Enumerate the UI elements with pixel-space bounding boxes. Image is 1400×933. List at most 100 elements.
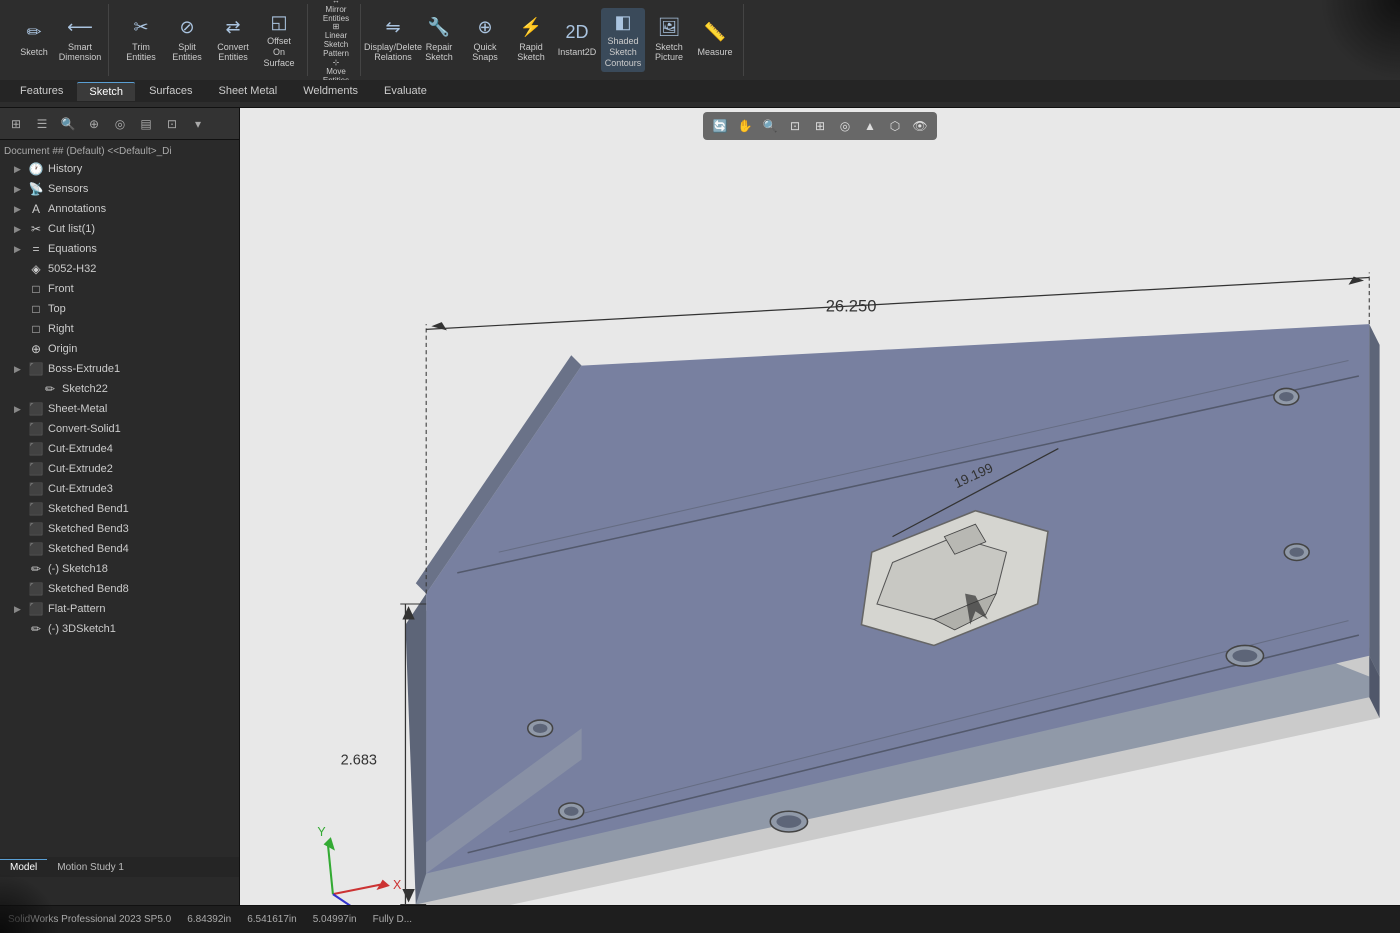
toolbar-btn-instant2d[interactable]: 2D Instant2D <box>555 8 599 72</box>
origin-icon: ⊕ <box>28 341 44 357</box>
tab-evaluate[interactable]: Evaluate <box>372 82 439 100</box>
canvas-tool-display[interactable]: ▲ <box>859 115 881 137</box>
tree-item-origin[interactable]: ⊕ Origin <box>0 339 239 359</box>
tree-item-cut-extrude3[interactable]: ⬛ Cut-Extrude3 <box>0 479 239 499</box>
dimension-label-26250: 26.250 <box>826 297 877 316</box>
sheet-metal-arrow: ▶ <box>14 404 28 415</box>
toolbar-btn-smart-dimension[interactable]: ⟵ Smart Dimension <box>58 8 102 72</box>
tree-item-equations[interactable]: ▶ = Equations <box>0 239 239 259</box>
tree-item-cut-extrude2[interactable]: ⬛ Cut-Extrude2 <box>0 459 239 479</box>
tree-item-history[interactable]: ▶ 🕐 History <box>0 159 239 179</box>
tree-item-convert-solid1[interactable]: ⬛ Convert-Solid1 <box>0 419 239 439</box>
canvas-tool-render[interactable]: ⬡ <box>884 115 906 137</box>
toolbar-btn-quick-snaps[interactable]: ⊕ QuickSnaps <box>463 8 507 72</box>
sketch-picture-icon: 🖼 <box>658 17 681 39</box>
canvas-tool-hide[interactable]: 👁 <box>909 115 931 137</box>
canvas-toolbar: 🔄 ✋ 🔍 ⊡ ⊞ ◎ ▲ ⬡ 👁 <box>703 112 937 140</box>
tree-item-cutlist[interactable]: ▶ ✂ Cut list(1) <box>0 219 239 239</box>
repair-sketch-label: RepairSketch <box>425 42 453 64</box>
toolbar-btn-measure[interactable]: 📏 Measure <box>693 8 737 72</box>
tree-item-sketch18[interactable]: ✏ (-) Sketch18 <box>0 559 239 579</box>
tree-document-title[interactable]: Document ## (Default) <<Default>_Di <box>0 144 239 159</box>
toolbar-btn-display-delete[interactable]: ⇋ Display/DeleteRelations <box>371 8 415 72</box>
toolbar-btn-split[interactable]: ⊘ SplitEntities <box>165 8 209 72</box>
measure-label: Measure <box>697 47 732 58</box>
status-app-name: SolidWorks Professional 2023 SP5.0 <box>8 914 171 925</box>
tree-item-right[interactable]: □ Right <box>0 319 239 339</box>
toolbar-btn-sketch[interactable]: ✏ Sketch <box>12 8 56 72</box>
sketched-bend4-icon: ⬛ <box>28 541 44 557</box>
tab-weldments[interactable]: Weldments <box>291 82 370 100</box>
sketch-label: Sketch <box>20 47 48 58</box>
toolbar-btn-rapid-sketch[interactable]: ⚡ RapidSketch <box>509 8 553 72</box>
main-canvas[interactable]: 🔄 ✋ 🔍 ⊡ ⊞ ◎ ▲ ⬡ 👁 <box>240 108 1400 905</box>
status-zoom: Fully D... <box>373 914 412 925</box>
toolbar-btn-repair-sketch[interactable]: 🔧 RepairSketch <box>417 8 461 72</box>
tree-item-sketched-bend1[interactable]: ⬛ Sketched Bend1 <box>0 499 239 519</box>
canvas-tool-zoom[interactable]: 🔍 <box>759 115 781 137</box>
cut-extrude3-icon: ⬛ <box>28 481 44 497</box>
left-panel: ⊞ ☰ 🔍 ⊕ ◎ ▤ ⊡ ▾ Document ## (Default) <<… <box>0 108 240 905</box>
split-icon: ⊘ <box>179 17 194 39</box>
display-delete-icon: ⇋ <box>385 17 400 39</box>
tree-item-top[interactable]: □ Top <box>0 299 239 319</box>
canvas-tool-view[interactable]: ◎ <box>834 115 856 137</box>
trim-label: TrimEntities <box>126 42 156 64</box>
tab-sketch[interactable]: Sketch <box>77 82 135 101</box>
convert-solid1-icon: ⬛ <box>28 421 44 437</box>
toolbar-btn-trim[interactable]: ✂ TrimEntities <box>119 8 163 72</box>
panel-btn-2[interactable]: ☰ <box>30 112 54 136</box>
display-delete-label: Display/DeleteRelations <box>364 42 422 64</box>
mirror-label: Mirror Entities <box>318 5 354 23</box>
panel-btn-4[interactable]: ⊕ <box>82 112 106 136</box>
panel-btn-7[interactable]: ⊡ <box>160 112 184 136</box>
tree-item-flat-pattern[interactable]: ▶ ⬛ Flat-Pattern <box>0 599 239 619</box>
panel-btn-6[interactable]: ▤ <box>134 112 158 136</box>
right-icon: □ <box>28 321 44 337</box>
tree-item-sketch22[interactable]: ✏ Sketch22 <box>0 379 239 399</box>
tree-item-cut-extrude4[interactable]: ⬛ Cut-Extrude4 <box>0 439 239 459</box>
boss-extrude1-icon: ⬛ <box>28 361 44 377</box>
tab-motion-study[interactable]: Motion Study 1 <box>47 860 134 875</box>
tab-sheet-metal[interactable]: Sheet Metal <box>206 82 289 100</box>
canvas-tool-section[interactable]: ⊞ <box>809 115 831 137</box>
panel-btn-5[interactable]: ◎ <box>108 112 132 136</box>
tree-item-material[interactable]: ◈ 5052-H32 <box>0 259 239 279</box>
shaded-sketch-icon: ◧ <box>614 12 631 34</box>
panel-btn-collapse[interactable]: ▾ <box>186 112 210 136</box>
tree-item-front[interactable]: □ Front <box>0 279 239 299</box>
toolbar-btn-sketch-picture[interactable]: 🖼 SketchPicture <box>647 8 691 72</box>
toolbar-btn-convert[interactable]: ⇄ ConvertEntities <box>211 8 255 72</box>
cut-extrude2-icon: ⬛ <box>28 461 44 477</box>
mirror-section: ↔ Mirror Entities ⊞ Linear Sketch Patter… <box>318 4 354 76</box>
tree-item-sketched-bend8[interactable]: ⬛ Sketched Bend8 <box>0 579 239 599</box>
tree-item-sensors[interactable]: ▶ 📡 Sensors <box>0 179 239 199</box>
tab-surfaces[interactable]: Surfaces <box>137 82 204 100</box>
sketch18-icon: ✏ <box>28 561 44 577</box>
tree-item-3dsketch1[interactable]: ✏ (-) 3DSketch1 <box>0 619 239 639</box>
panel-btn-1[interactable]: ⊞ <box>4 112 28 136</box>
tab-features[interactable]: Features <box>8 82 75 100</box>
toolbar-group-display: ⇋ Display/DeleteRelations 🔧 RepairSketch… <box>365 4 744 76</box>
toolbar-btn-mirror[interactable]: ↔ Mirror Entities <box>318 0 354 24</box>
tree-item-annotations[interactable]: ▶ A Annotations <box>0 199 239 219</box>
sketched-bend3-icon: ⬛ <box>28 521 44 537</box>
canvas-tool-pan[interactable]: ✋ <box>734 115 756 137</box>
tree-item-boss-extrude1[interactable]: ▶ ⬛ Boss-Extrude1 <box>0 359 239 379</box>
sketched-bend1-icon: ⬛ <box>28 501 44 517</box>
measure-icon: 📏 <box>704 22 726 44</box>
canvas-tool-zoom-fit[interactable]: ⊡ <box>784 115 806 137</box>
model-svg: 26.250 2.683 19.199 X Y Z <box>250 148 1390 905</box>
toolbar-btn-pattern[interactable]: ⊞ Linear Sketch Pattern <box>318 25 354 55</box>
panel-btn-3[interactable]: 🔍 <box>56 112 80 136</box>
sheet-metal-icon: ⬛ <box>28 401 44 417</box>
move-icon: ⊹ <box>333 58 340 67</box>
convert-icon: ⇄ <box>225 17 240 39</box>
tree-item-sheet-metal[interactable]: ▶ ⬛ Sheet-Metal <box>0 399 239 419</box>
tree-item-sketched-bend3[interactable]: ⬛ Sketched Bend3 <box>0 519 239 539</box>
tab-model[interactable]: Model <box>0 859 47 875</box>
toolbar-btn-offset[interactable]: ◱ OffsetOnSurface <box>257 8 301 72</box>
tree-item-sketched-bend4[interactable]: ⬛ Sketched Bend4 <box>0 539 239 559</box>
canvas-tool-rotate[interactable]: 🔄 <box>709 115 731 137</box>
toolbar-btn-shaded-sketch[interactable]: ◧ ShadedSketchContours <box>601 8 645 72</box>
